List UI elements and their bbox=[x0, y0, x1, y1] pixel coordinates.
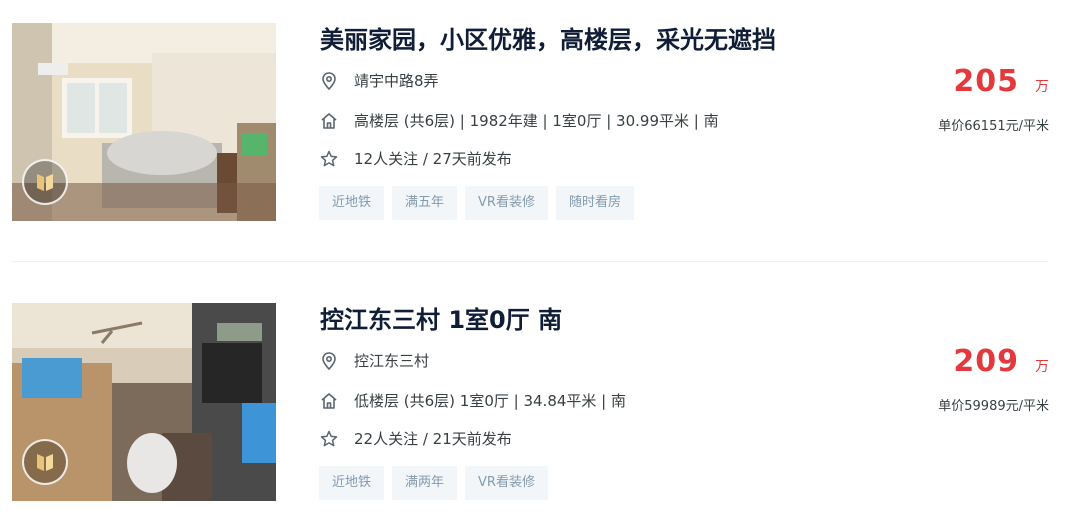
total-price: 205 万 bbox=[953, 64, 1049, 99]
tag: 近地铁 bbox=[319, 186, 385, 220]
total-price-unit: 万 bbox=[1035, 79, 1049, 95]
tag: 随时看房 bbox=[555, 186, 634, 220]
follow-row: 22人关注 / 21天前发布 bbox=[319, 428, 512, 449]
listing-title[interactable]: 控江东三村 1室0厅 南 bbox=[320, 300, 562, 335]
house-info-text: 高楼层 (共6层) | 1982年建 | 1室0厅 | 30.99平米 | 南 bbox=[354, 112, 719, 130]
location-row: 靖宇中路8弄 bbox=[319, 70, 439, 91]
tag: VR看装修 bbox=[465, 466, 548, 500]
star-icon[interactable] bbox=[319, 149, 339, 169]
tag-list: 近地铁 满五年 VR看装修 随时看房 bbox=[319, 186, 634, 220]
total-price: 209 万 bbox=[953, 344, 1049, 379]
vr-view-icon bbox=[37, 174, 53, 191]
unit-price: 单价59989元/平米 bbox=[938, 399, 1049, 414]
follow-info-text: 22人关注 / 21天前发布 bbox=[354, 430, 512, 448]
location-row: 控江东三村 bbox=[319, 350, 429, 371]
listing-photo[interactable] bbox=[12, 23, 276, 221]
tag: VR看装修 bbox=[465, 186, 548, 220]
follow-row: 12人关注 / 27天前发布 bbox=[319, 148, 512, 169]
map-pin-icon bbox=[322, 71, 336, 90]
map-pin-icon bbox=[322, 351, 336, 370]
tag: 满两年 bbox=[392, 466, 458, 500]
unit-price: 单价66151元/平米 bbox=[938, 119, 1049, 134]
total-price-unit: 万 bbox=[1035, 359, 1049, 375]
house-info-row: 低楼层 (共6层) 1室0厅 | 34.84平米 | 南 bbox=[319, 390, 626, 411]
total-price-value: 209 bbox=[953, 344, 1019, 379]
tag-list: 近地铁 满两年 VR看装修 bbox=[319, 466, 548, 500]
vr-badge[interactable] bbox=[22, 439, 68, 485]
tag: 满五年 bbox=[392, 186, 458, 220]
house-icon bbox=[321, 392, 337, 409]
house-info-row: 高楼层 (共6层) | 1982年建 | 1室0厅 | 30.99平米 | 南 bbox=[319, 110, 719, 131]
house-info-text: 低楼层 (共6层) 1室0厅 | 34.84平米 | 南 bbox=[354, 392, 626, 410]
location-link[interactable]: 控江东三村 bbox=[354, 350, 429, 371]
tag: 近地铁 bbox=[319, 466, 385, 500]
house-icon bbox=[321, 112, 337, 129]
star-icon[interactable] bbox=[319, 429, 339, 449]
vr-view-icon bbox=[37, 454, 53, 471]
listing-photo[interactable] bbox=[12, 303, 276, 501]
follow-info-text: 12人关注 / 27天前发布 bbox=[354, 150, 512, 168]
total-price-value: 205 bbox=[953, 64, 1019, 99]
location-link[interactable]: 靖宇中路8弄 bbox=[354, 70, 439, 91]
divider bbox=[12, 261, 1048, 262]
listing-title[interactable]: 美丽家园，小区优雅，高楼层，采光无遮挡 bbox=[320, 20, 776, 55]
vr-badge[interactable] bbox=[22, 159, 68, 205]
